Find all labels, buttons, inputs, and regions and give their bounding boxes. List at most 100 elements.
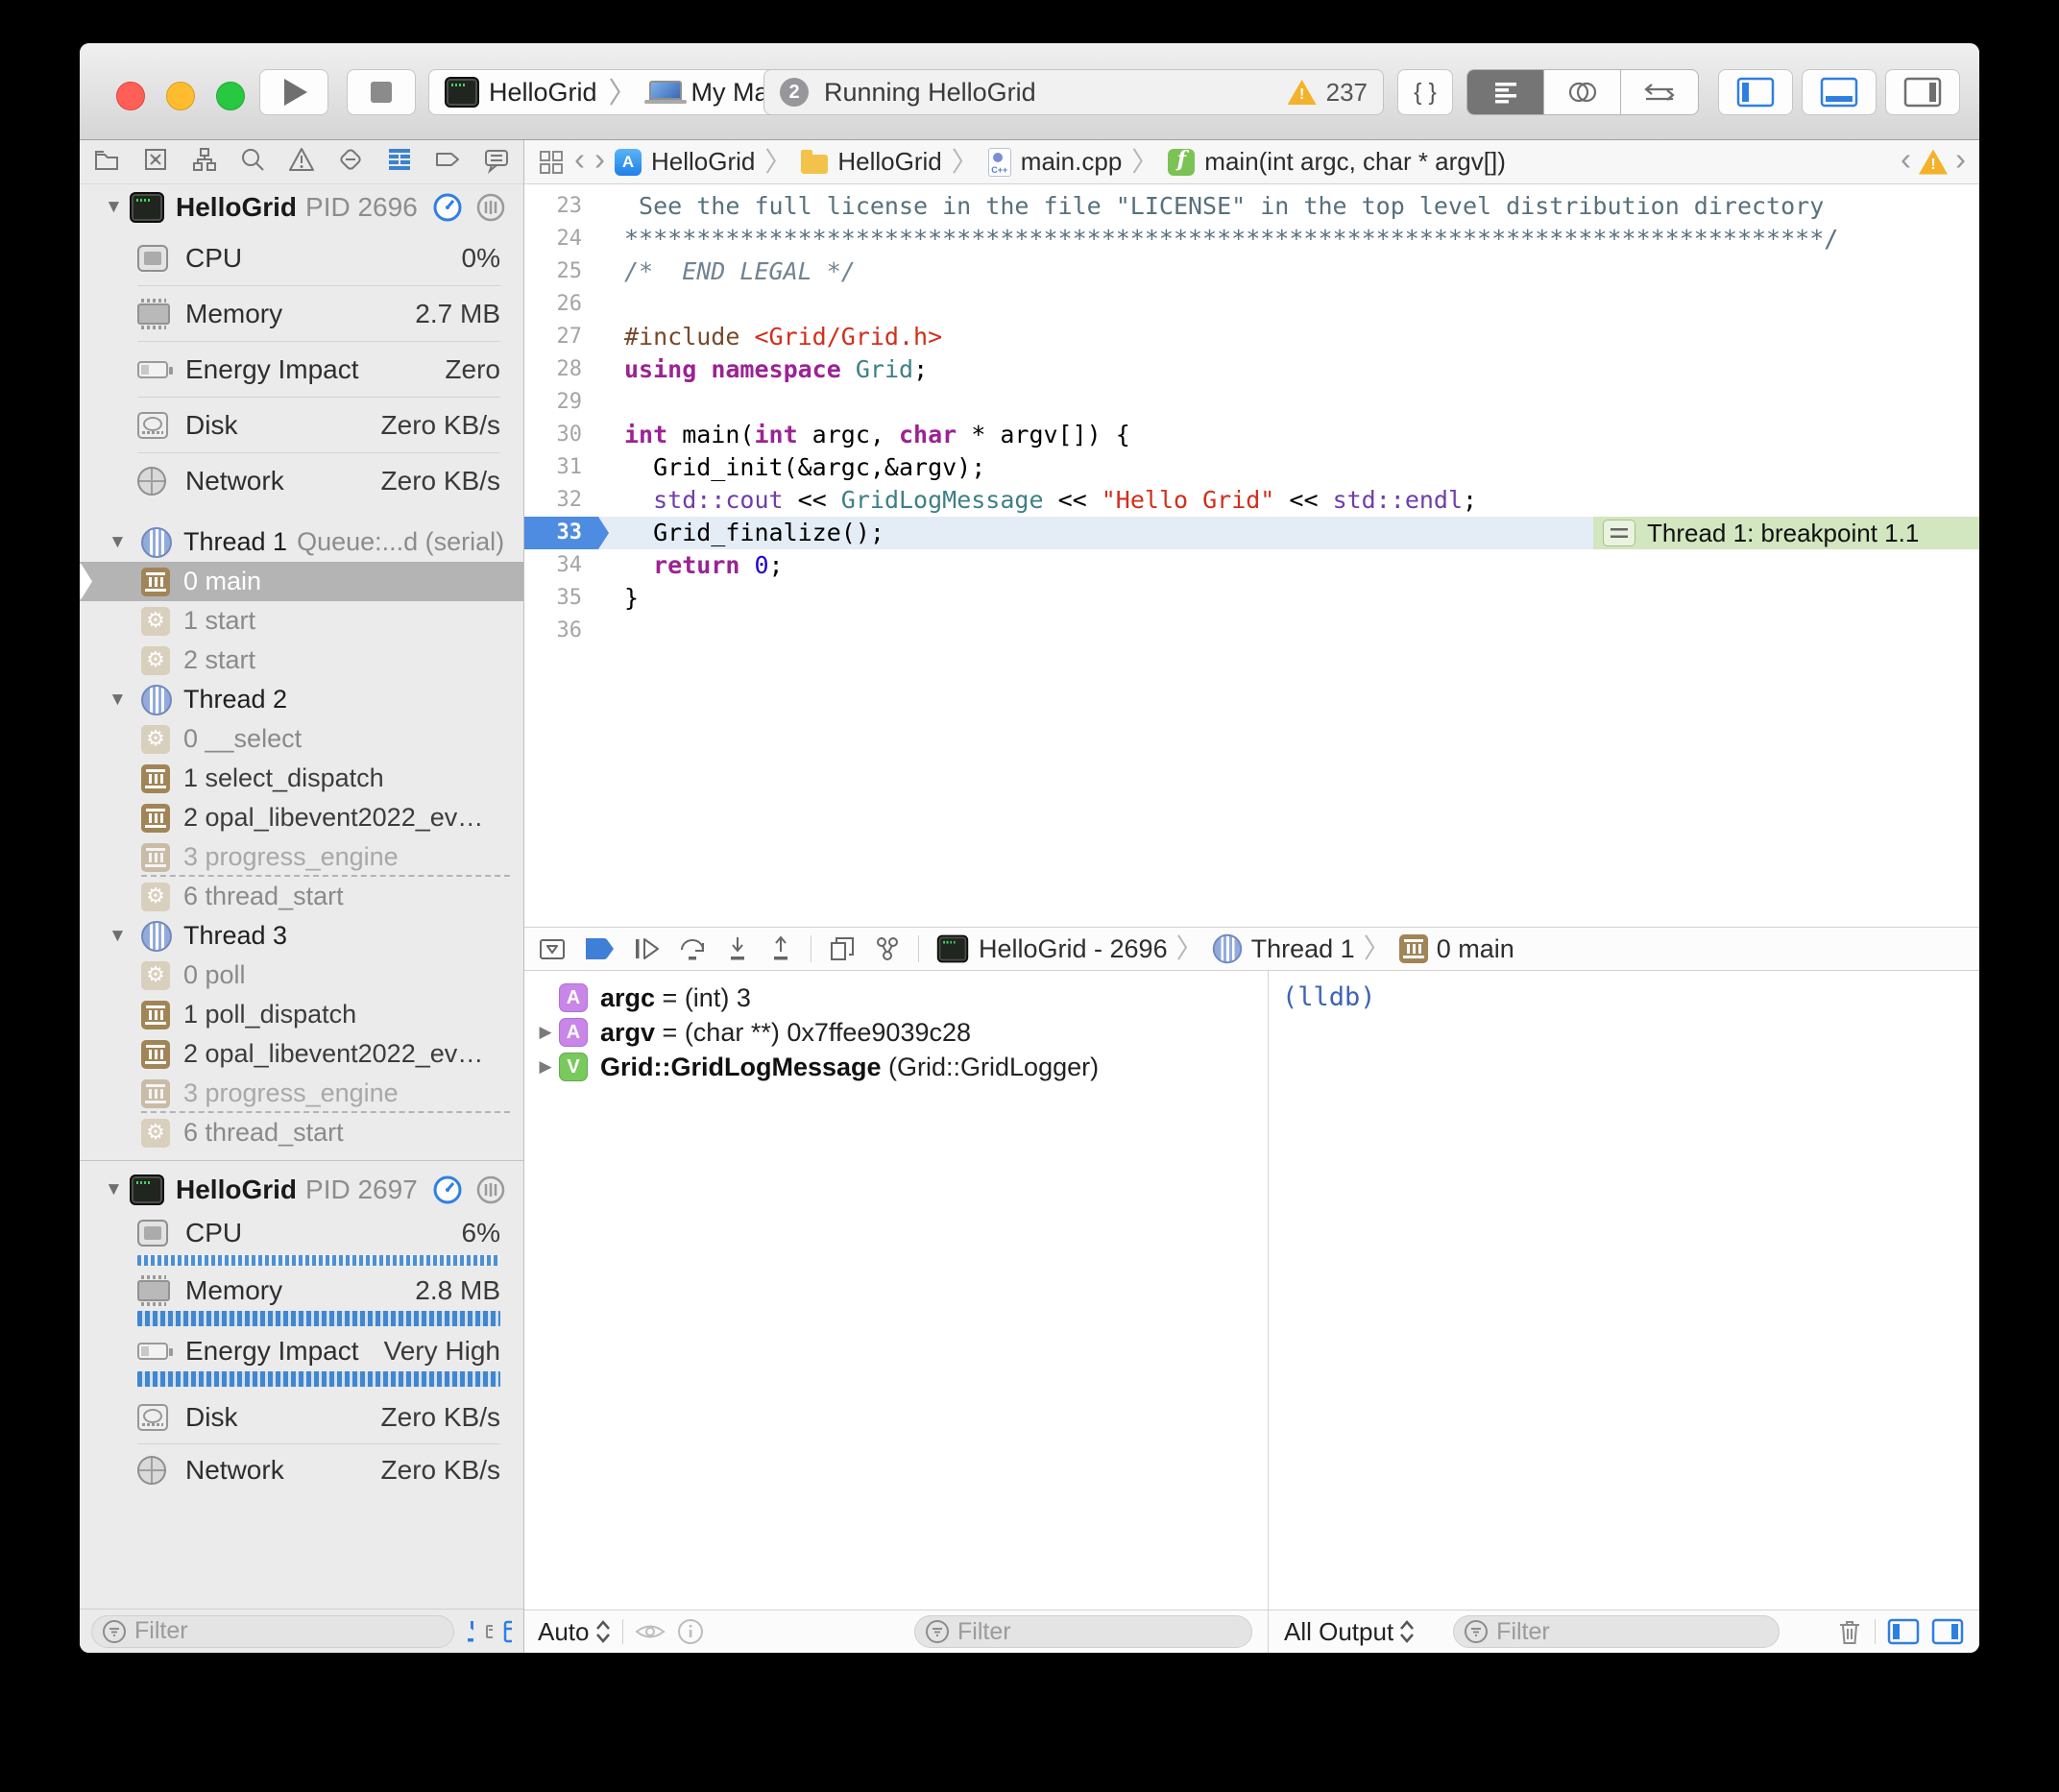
line-number[interactable]: 27 — [524, 321, 609, 353]
source-control-tab[interactable] — [141, 145, 170, 179]
console-filter-field[interactable] — [1453, 1615, 1780, 1648]
gauge-row-network[interactable]: NetworkZero KB/s — [137, 1443, 500, 1495]
stack-frame-row[interactable]: 6 thread_start — [80, 1113, 523, 1152]
code-line[interactable]: 27#include <Grid/Grid.h> — [524, 321, 1979, 353]
gauge-row-network[interactable]: NetworkZero KB/s — [137, 453, 500, 509]
line-number[interactable]: 23 — [524, 190, 609, 223]
version-editor-button[interactable] — [1621, 70, 1698, 114]
variables-filter-field[interactable] — [914, 1615, 1252, 1648]
code-line[interactable]: 34 return 0; — [524, 549, 1979, 582]
stack-frame-row[interactable]: 2 opal_libevent2022_ev… — [80, 1034, 523, 1074]
code-line[interactable]: 30int main(int argc, char * argv[]) { — [524, 419, 1979, 451]
gauge-row-energy-impact[interactable]: Energy ImpactZero — [137, 342, 500, 398]
hide-debug-area-icon[interactable] — [538, 934, 567, 963]
disclosure-triangle[interactable]: ▶ — [532, 1057, 559, 1077]
debug-frame-crumb[interactable]: 0 main — [1437, 934, 1514, 964]
stack-frame-row[interactable]: 2 start — [80, 641, 523, 680]
test-navigator-tab[interactable] — [336, 145, 365, 179]
line-number[interactable]: 32 — [524, 484, 609, 517]
code-line[interactable]: 28using namespace Grid; — [524, 353, 1979, 386]
line-number[interactable]: 26 — [524, 288, 609, 321]
threads-icon[interactable] — [475, 192, 506, 223]
gauge-row-memory[interactable]: Memory2.8 MB — [137, 1271, 500, 1311]
search-navigator-tab[interactable] — [238, 145, 267, 179]
quicklook-icon[interactable] — [635, 1621, 666, 1642]
disclosure-triangle[interactable]: ▼ — [109, 532, 133, 553]
variables-scope-selector[interactable]: Auto — [538, 1617, 611, 1647]
breadcrumb-file[interactable]: main.cpp — [1021, 147, 1123, 177]
source-editor[interactable]: 23 See the full license in the file "LIC… — [524, 184, 1979, 927]
code-line[interactable]: 32 std::cout << GridLogMessage << "Hello… — [524, 484, 1979, 517]
info-icon[interactable] — [677, 1618, 704, 1645]
variable-row[interactable]: ▶Aargv = (char **) 0x7ffee9039c28 — [532, 1015, 1268, 1050]
annotation-list-icon[interactable] — [1603, 520, 1635, 546]
minimize-window-button[interactable] — [166, 82, 195, 110]
gauge-row-memory[interactable]: Memory2.7 MB — [137, 286, 500, 342]
stack-frame-row[interactable]: 1 select_dispatch — [80, 759, 523, 798]
run-button[interactable] — [259, 69, 328, 115]
breadcrumb-project[interactable]: HelloGrid — [651, 147, 755, 177]
code-line[interactable]: 26 — [524, 288, 1979, 321]
inspector-toggle-button[interactable] — [1885, 69, 1960, 115]
variables-pane-toggle[interactable] — [1887, 1618, 1920, 1645]
thread-row[interactable]: ▼Thread 3 — [80, 916, 523, 956]
line-number[interactable]: 31 — [524, 451, 609, 484]
thread-row[interactable]: ▼Thread 1Queue:...d (serial) — [80, 522, 523, 562]
disclosure-triangle[interactable]: ▼ — [109, 926, 133, 947]
variables-filter-input[interactable] — [957, 1618, 1242, 1646]
console-pane-toggle[interactable] — [1931, 1618, 1964, 1645]
line-number[interactable]: 30 — [524, 419, 609, 451]
process-row-2697[interactable]: ▼ HelloGrid PID 2697 — [80, 1167, 523, 1213]
line-number[interactable]: 28 — [524, 353, 609, 386]
disclosure-triangle[interactable]: ▶ — [532, 1023, 559, 1042]
continue-icon[interactable] — [632, 935, 661, 962]
symbol-navigator-tab[interactable] — [190, 145, 219, 179]
breakpoints-icon[interactable] — [583, 936, 616, 961]
breadcrumb-symbol[interactable]: main(int argc, char * argv[]) — [1204, 147, 1506, 177]
disclosure-triangle[interactable]: ▼ — [109, 690, 133, 711]
code-line[interactable]: 29 — [524, 386, 1979, 419]
stop-button[interactable] — [347, 69, 416, 115]
code-line[interactable]: 35} — [524, 582, 1979, 615]
gauge-icon[interactable] — [432, 1174, 463, 1205]
code-line[interactable]: 36 — [524, 615, 1979, 647]
code-review-button[interactable]: { } — [1397, 69, 1453, 115]
stack-frame-row[interactable]: 0 main — [80, 562, 523, 601]
debug-thread-crumb[interactable]: Thread 1 — [1251, 934, 1355, 964]
stack-frame-row[interactable]: 2 opal_libevent2022_ev… — [80, 798, 523, 837]
step-out-icon[interactable] — [767, 934, 794, 963]
code-line[interactable]: 31 Grid_init(&argc,&argv); — [524, 451, 1979, 484]
breakpoint-navigator-tab[interactable] — [433, 145, 462, 179]
debug-area-toggle-button[interactable] — [1802, 69, 1877, 115]
previous-issue-button[interactable]: ‹ — [1901, 141, 1911, 178]
line-number[interactable]: 35 — [524, 582, 609, 615]
stack-frame-row[interactable]: 0 poll — [80, 956, 523, 995]
disclosure-triangle[interactable]: ▼ — [105, 1179, 130, 1200]
breadcrumb-group[interactable]: HelloGrid — [837, 147, 941, 177]
activity-viewer[interactable]: 2 Running HelloGrid 237 — [763, 69, 1384, 115]
flag-filter-icon[interactable] — [463, 1617, 473, 1646]
variable-row[interactable]: Aargc = (int) 3 — [532, 981, 1268, 1015]
stack-frame-row[interactable]: 1 poll_dispatch — [80, 995, 523, 1034]
related-items-icon[interactable] — [538, 149, 565, 176]
zoom-window-button[interactable] — [216, 82, 245, 110]
step-into-icon[interactable] — [724, 934, 751, 963]
assistant-editor-button[interactable] — [1544, 70, 1621, 114]
stacked-view-icon[interactable] — [482, 1617, 493, 1646]
stack-frame-row[interactable]: 3 progress_engine — [80, 1074, 523, 1113]
stack-frame-row[interactable]: 0 __select — [80, 719, 523, 759]
console-view[interactable]: (lldb) — [1269, 971, 1979, 1610]
stack-frame-row[interactable]: 3 progress_engine — [80, 837, 523, 877]
forward-button[interactable]: › — [594, 141, 605, 178]
gauge-icon[interactable] — [432, 192, 463, 223]
gauge-row-disk[interactable]: DiskZero KB/s — [137, 1392, 500, 1443]
variables-view[interactable]: Aargc = (int) 3▶Aargv = (char **) 0x7ffe… — [524, 971, 1269, 1610]
debug-navigator-tab[interactable] — [385, 145, 414, 179]
gauge-row-cpu[interactable]: CPU0% — [137, 230, 500, 286]
line-number[interactable]: 34 — [524, 549, 609, 582]
breakpoint-annotation[interactable]: Thread 1: breakpoint 1.1 — [1593, 517, 1979, 549]
gauge-row-energy-impact[interactable]: Energy ImpactVery High — [137, 1331, 500, 1371]
line-number[interactable]: 25 — [524, 255, 609, 288]
memory-graph-icon[interactable] — [873, 934, 902, 963]
next-issue-button[interactable]: › — [1955, 141, 1966, 178]
